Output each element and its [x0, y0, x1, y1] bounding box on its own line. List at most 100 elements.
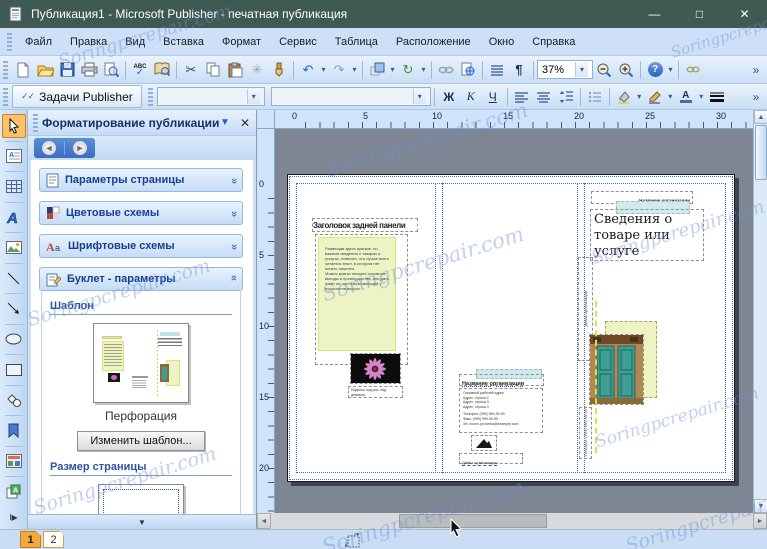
save-button[interactable] — [56, 59, 78, 81]
new-document-button[interactable] — [12, 59, 34, 81]
more-buttons[interactable]: » — [745, 86, 767, 108]
line-color-button[interactable] — [644, 86, 666, 108]
bold-button[interactable]: Ж — [438, 86, 460, 108]
section-page-options[interactable]: Параметры страницы » — [39, 168, 243, 192]
change-template-button[interactable]: Изменить шаблон... — [77, 431, 204, 451]
menu-view[interactable]: Вид — [116, 33, 154, 51]
redo-button[interactable]: ↷ — [328, 59, 350, 81]
copy-button[interactable] — [202, 59, 224, 81]
horizontal-scrollbar[interactable]: ◄ ► — [257, 513, 767, 529]
menu-help[interactable]: Справка — [523, 33, 584, 51]
autoshapes-tool[interactable] — [2, 389, 26, 413]
menu-file[interactable]: Файл — [16, 33, 61, 51]
logo-box[interactable] — [471, 435, 497, 451]
paste-button[interactable] — [224, 59, 246, 81]
task-pane-close-icon[interactable]: ✕ — [240, 116, 250, 130]
fill-color-button[interactable] — [613, 86, 635, 108]
arrow-tool[interactable] — [2, 297, 26, 321]
scroll-right-icon[interactable]: ► — [753, 513, 767, 529]
close-button[interactable]: ✕ — [722, 0, 767, 28]
section-color-schemes[interactable]: Цветовые схемы » — [39, 201, 243, 225]
address-box[interactable]: Основной рабочий адрес Адрес, строка 2 А… — [459, 388, 543, 433]
menu-tools[interactable]: Сервис — [270, 33, 326, 51]
template-thumbnail[interactable] — [93, 323, 189, 403]
toolbar-grip[interactable] — [148, 88, 153, 106]
boundaries-guides-button[interactable] — [486, 59, 508, 81]
menu-insert[interactable]: Вставка — [154, 33, 213, 51]
format-painter-button[interactable] — [268, 59, 290, 81]
line-color-dropdown[interactable]: ▾ — [666, 86, 675, 108]
free-rotate-button[interactable]: ↻ — [397, 59, 419, 81]
photo-caption-box[interactable]: Подпись под рис. над девизом. — [348, 386, 403, 398]
undo-button[interactable]: ↶ — [297, 59, 319, 81]
align-center-button[interactable] — [533, 86, 555, 108]
toolbar-grip[interactable] — [7, 33, 12, 51]
menu-edit[interactable]: Правка — [61, 33, 116, 51]
task-pane-scroll-down[interactable]: ▼ — [28, 514, 256, 529]
scroll-down-icon[interactable]: ▼ — [754, 499, 767, 513]
bring-to-front-dropdown[interactable]: ▾ — [388, 59, 397, 81]
scroll-up-icon[interactable]: ▲ — [754, 110, 767, 124]
minimize-button[interactable]: — — [632, 0, 677, 28]
design-gallery-tool[interactable] — [2, 450, 26, 474]
horizontal-scroll-thumb[interactable] — [399, 514, 547, 528]
photo-frame[interactable] — [350, 353, 401, 384]
page-tab-2[interactable]: 2 — [43, 531, 64, 548]
special-paste-button[interactable]: ✳ — [246, 59, 268, 81]
rectangle-tool[interactable] — [2, 358, 26, 382]
back-panel-heading-box[interactable]: Заголовок задней панели — [312, 218, 418, 232]
section-booklet-options[interactable]: Буклет - параметры » — [39, 267, 243, 291]
expand-toolbar-button[interactable]: I▶ — [2, 506, 26, 530]
open-button[interactable] — [34, 59, 56, 81]
side-vertical-text-box-2[interactable]: Телефон: (999) 999-99-99 — [579, 407, 592, 459]
underline-button[interactable]: Ч — [482, 86, 504, 108]
scroll-left-icon[interactable]: ◄ — [257, 513, 271, 529]
zoom-out-button[interactable] — [593, 59, 615, 81]
door-photo-frame[interactable] — [589, 334, 644, 405]
font-color-button[interactable]: А — [675, 86, 697, 108]
align-left-button[interactable] — [511, 86, 533, 108]
zoom-combo-arrow[interactable]: ▾ — [575, 62, 588, 77]
italic-button[interactable]: К — [460, 86, 482, 108]
bullets-button[interactable] — [584, 86, 606, 108]
menu-arrange[interactable]: Расположение — [387, 33, 480, 51]
select-tool[interactable] — [2, 114, 26, 138]
toolbar-grip[interactable] — [3, 61, 8, 79]
section-font-schemes[interactable]: Аа Шрифтовые схемы » — [39, 234, 243, 258]
front-title-box[interactable]: Сведения о товаре или услуге — [590, 209, 704, 261]
undo-dropdown[interactable]: ▾ — [319, 59, 328, 81]
line-tool[interactable] — [2, 267, 26, 291]
research-button[interactable] — [151, 59, 173, 81]
font-size-combo[interactable]: ▾ — [271, 87, 431, 106]
zoom-combo[interactable]: 37%▾ — [537, 60, 593, 79]
toolbar-options[interactable]: ▾ — [666, 59, 675, 81]
more-buttons[interactable]: » — [745, 59, 767, 81]
horizontal-scroll-track[interactable] — [271, 513, 753, 529]
back-icon[interactable]: ◄ — [42, 141, 56, 155]
task-pane-menu-arrow[interactable]: ▼ — [220, 117, 230, 128]
line-spacing-button[interactable] — [555, 86, 577, 108]
free-rotate-dropdown[interactable]: ▾ — [419, 59, 428, 81]
publication-page[interactable]: Заголовок задней панели Размещая здесь к… — [287, 174, 735, 482]
font-name-combo[interactable]: ▾ — [157, 87, 265, 106]
help-button[interactable]: ? — [644, 59, 666, 81]
bring-to-front-button[interactable] — [366, 59, 388, 81]
redo-dropdown[interactable]: ▾ — [350, 59, 359, 81]
publisher-tasks-button[interactable]: ✓✓ Задачи Publisher — [12, 85, 142, 108]
back-panel-text-box[interactable]: Размещая здесь краткие, но важные сведен… — [318, 237, 396, 351]
insert-table-tool[interactable] — [2, 175, 26, 199]
org-name-box[interactable]: Название организации — [459, 374, 544, 386]
font-size-arrow[interactable]: ▾ — [413, 89, 426, 104]
font-name-arrow[interactable]: ▾ — [247, 89, 260, 104]
page-tab-1[interactable]: 1 — [20, 531, 41, 548]
line-weight-button[interactable] — [706, 86, 728, 108]
link-button[interactable] — [682, 59, 704, 81]
zoom-in-button[interactable] — [615, 59, 637, 81]
menu-format[interactable]: Формат — [213, 33, 270, 51]
menu-window[interactable]: Окно — [480, 33, 524, 51]
content-library-tool[interactable]: A — [2, 480, 26, 504]
spelling-button[interactable]: ABC✓ — [129, 59, 151, 81]
page-size-thumbnail[interactable] — [98, 484, 184, 514]
forward-icon[interactable]: ► — [73, 141, 87, 155]
cut-button[interactable]: ✂ — [180, 59, 202, 81]
